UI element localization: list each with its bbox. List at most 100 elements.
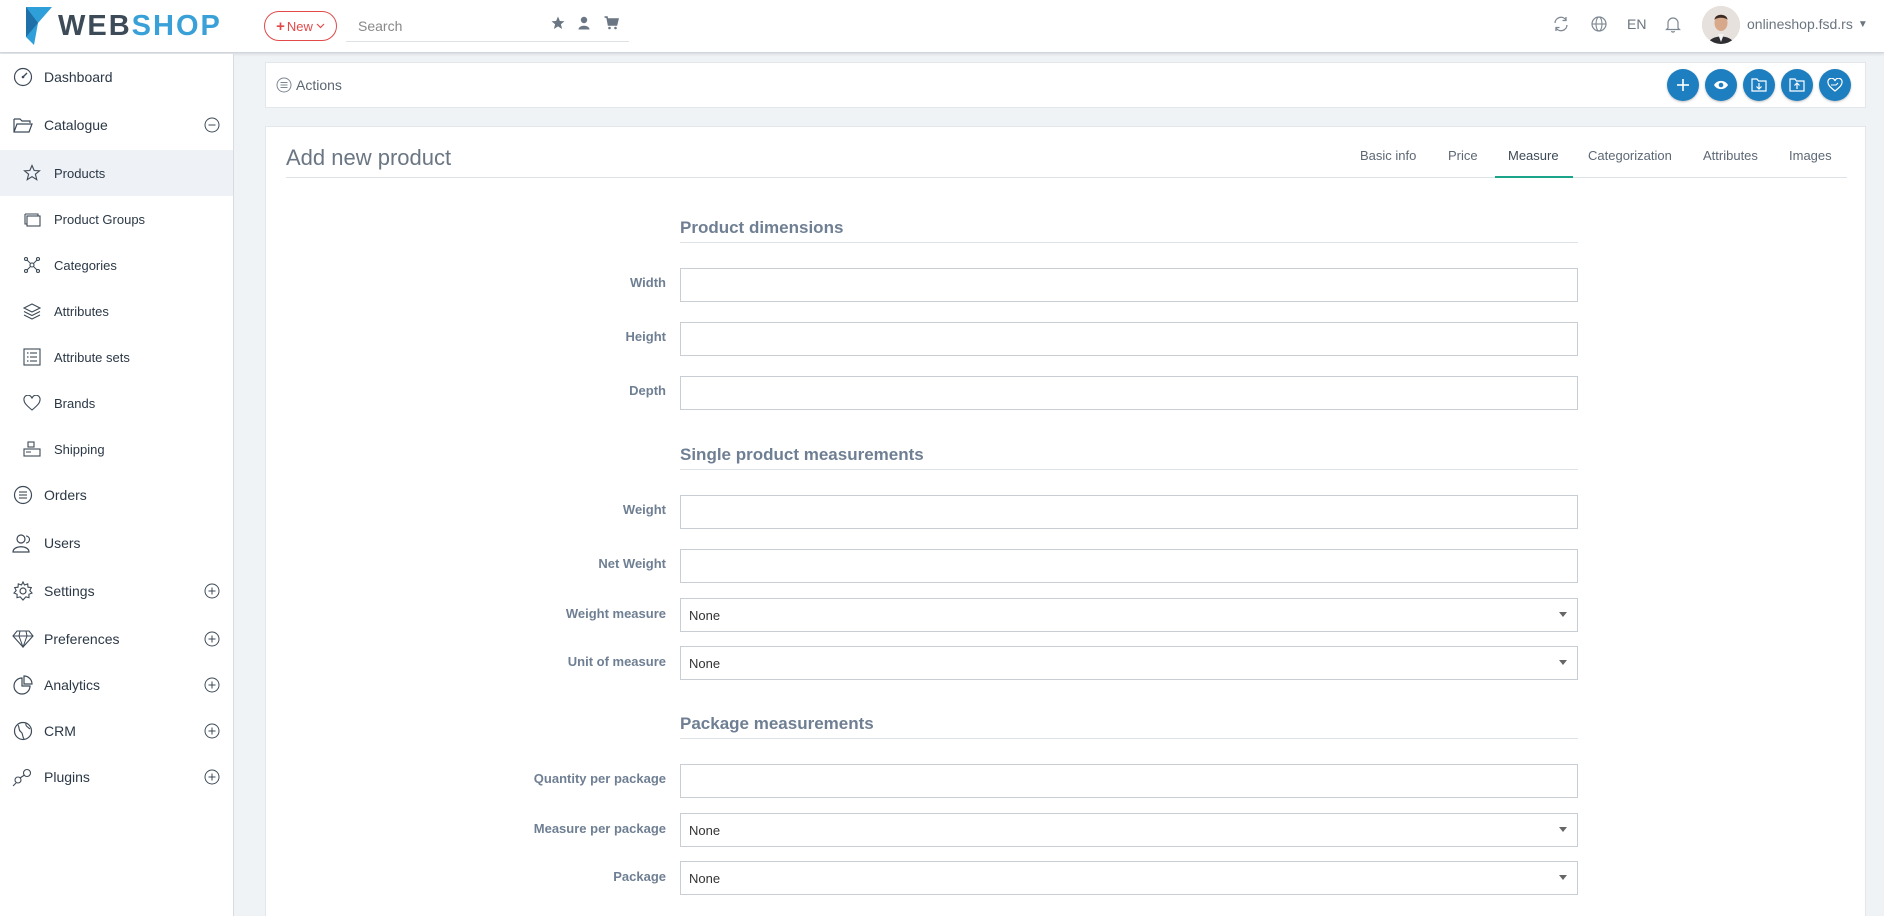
shipping-icon — [22, 439, 42, 459]
collapse-icon[interactable] — [204, 117, 220, 133]
stack-icon — [22, 301, 42, 321]
width-label: Width — [630, 275, 666, 290]
product-form-panel: Add new product Basic info Price Measure… — [265, 126, 1866, 916]
expand-icon[interactable] — [204, 723, 220, 739]
measure-per-package-select[interactable]: None — [680, 813, 1578, 847]
dashboard-icon — [12, 66, 34, 88]
search-input[interactable] — [358, 15, 548, 37]
dropdown-arrow-icon — [1559, 827, 1567, 832]
logo[interactable]: WEBSHOP — [26, 6, 222, 46]
net-weight-input[interactable] — [680, 549, 1578, 583]
measure-per-package-label: Measure per package — [533, 821, 666, 836]
height-input[interactable] — [680, 322, 1578, 356]
expand-icon[interactable] — [204, 631, 220, 647]
logo-flag-icon — [26, 7, 52, 45]
sidebar-item-attribute-sets[interactable]: Attribute sets — [0, 334, 233, 380]
unit-of-measure-select[interactable]: None — [680, 646, 1578, 680]
net-weight-label: Net Weight — [598, 556, 666, 571]
heart-icon — [22, 393, 42, 413]
sidebar: Dashboard Catalogue Products Product Gro… — [0, 54, 234, 916]
weight-input[interactable] — [680, 495, 1578, 529]
expand-icon[interactable] — [204, 583, 220, 599]
add-button[interactable] — [1667, 69, 1699, 101]
depth-input[interactable] — [680, 376, 1578, 410]
logo-text-web: WEB — [58, 9, 132, 42]
list-icon — [22, 347, 42, 367]
crm-globe-icon — [12, 720, 34, 742]
globe-icon[interactable] — [1590, 15, 1608, 33]
actions-menu[interactable]: Actions — [276, 77, 342, 93]
sidebar-item-plugins[interactable]: Plugins — [0, 754, 233, 800]
weight-measure-select[interactable]: None — [680, 598, 1578, 632]
new-button[interactable]: + New — [264, 11, 337, 41]
new-button-label: New — [286, 18, 313, 34]
settings-action-button[interactable] — [1819, 69, 1851, 101]
star-icon[interactable] — [550, 15, 566, 31]
page-title: Add new product — [286, 145, 452, 170]
account-menu[interactable]: onlineshop.fsd.rs ▼ — [1747, 16, 1868, 32]
sidebar-item-orders[interactable]: Orders — [0, 472, 233, 518]
sidebar-item-users[interactable]: Users — [0, 520, 233, 566]
cart-icon[interactable] — [603, 15, 619, 31]
pie-chart-icon — [12, 674, 34, 696]
sidebar-item-label: Users — [44, 535, 81, 551]
diamond-icon — [12, 628, 34, 650]
gear-icon — [12, 580, 34, 602]
language-selector[interactable]: EN — [1627, 16, 1646, 32]
plus-icon — [1677, 79, 1689, 91]
tag-heart-icon — [1827, 78, 1843, 92]
tab-categorization[interactable]: Categorization — [1588, 148, 1672, 175]
sidebar-item-shipping[interactable]: Shipping — [0, 426, 233, 472]
top-bar: WEBSHOP + New EN onlineshop.fsd.rs — [0, 0, 1884, 53]
avatar[interactable] — [1702, 6, 1740, 44]
sidebar-item-products[interactable]: Products — [0, 150, 233, 196]
expand-icon[interactable] — [204, 677, 220, 693]
quantity-per-package-label: Quantity per package — [533, 771, 666, 786]
sidebar-item-label: Orders — [44, 487, 87, 503]
width-input[interactable] — [680, 268, 1578, 302]
sidebar-item-brands[interactable]: Brands — [0, 380, 233, 426]
sidebar-item-product-groups[interactable]: Product Groups — [0, 196, 233, 242]
quantity-per-package-input[interactable] — [680, 764, 1578, 798]
section-title-dimensions: Product dimensions — [680, 218, 844, 237]
preview-button[interactable] — [1705, 69, 1737, 101]
sidebar-item-categories[interactable]: Categories — [0, 242, 233, 288]
bell-icon[interactable] — [1664, 15, 1682, 33]
sidebar-item-label: Settings — [44, 583, 95, 599]
sidebar-item-label: Brands — [54, 395, 96, 411]
dropdown-arrow-icon — [1559, 660, 1567, 665]
package-select[interactable]: None — [680, 861, 1578, 895]
tab-basic-info[interactable]: Basic info — [1360, 148, 1416, 175]
sidebar-item-label: Plugins — [44, 769, 90, 785]
section-title-single: Single product measurements — [680, 445, 924, 464]
tab-images[interactable]: Images — [1789, 148, 1832, 175]
account-name: onlineshop.fsd.rs — [1747, 16, 1853, 32]
tab-attributes[interactable]: Attributes — [1703, 148, 1758, 175]
tab-measure[interactable]: Measure — [1508, 148, 1559, 175]
sidebar-item-label: Shipping — [54, 441, 105, 457]
sidebar-item-analytics[interactable]: Analytics — [0, 662, 233, 708]
save-button[interactable] — [1743, 69, 1775, 101]
sidebar-item-label: Analytics — [44, 677, 101, 693]
sidebar-item-label: Attribute sets — [54, 349, 130, 365]
tabs-divider — [286, 177, 1847, 178]
save-and-close-button[interactable] — [1781, 69, 1813, 101]
user-icon[interactable] — [576, 15, 592, 31]
sidebar-item-preferences[interactable]: Preferences — [0, 616, 233, 662]
sidebar-item-label: Product Groups — [54, 211, 146, 227]
expand-icon[interactable] — [204, 769, 220, 785]
orders-icon — [12, 484, 34, 506]
tab-price[interactable]: Price — [1448, 148, 1478, 175]
refresh-icon[interactable] — [1552, 15, 1570, 33]
sidebar-item-label: Dashboard — [44, 69, 113, 85]
section-title-package: Package measurements — [680, 714, 874, 733]
sidebar-item-attributes[interactable]: Attributes — [0, 288, 233, 334]
measure-per-package-value: None — [689, 822, 721, 838]
unit-of-measure-label: Unit of measure — [567, 654, 666, 669]
sidebar-item-catalogue[interactable]: Catalogue — [0, 102, 233, 148]
weight-measure-value: None — [689, 607, 721, 623]
folder-download-icon — [1751, 78, 1767, 92]
sidebar-item-crm[interactable]: CRM — [0, 708, 233, 754]
sidebar-item-dashboard[interactable]: Dashboard — [0, 54, 233, 100]
sidebar-item-settings[interactable]: Settings — [0, 568, 233, 614]
